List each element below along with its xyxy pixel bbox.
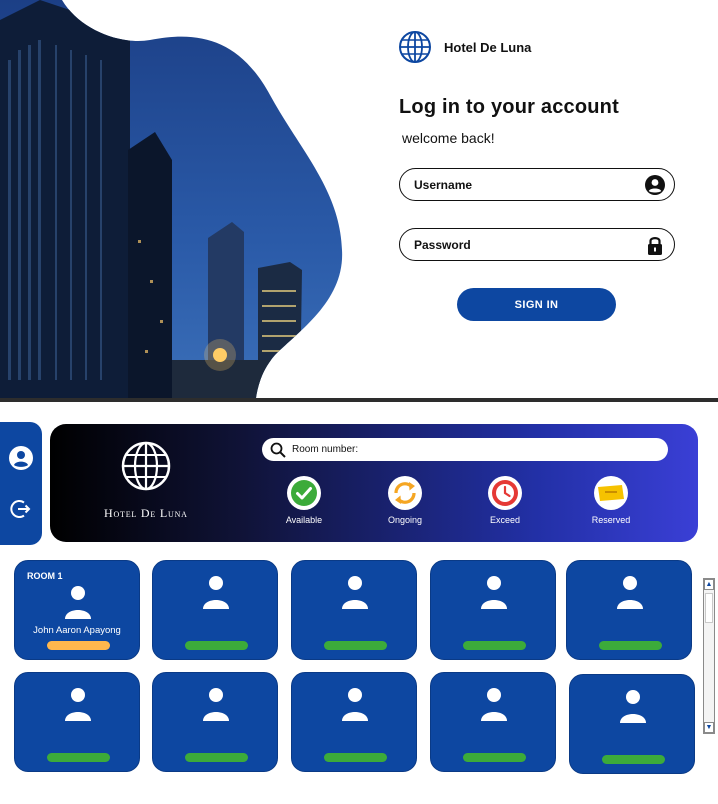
person-icon [481, 576, 507, 609]
status-label: Ongoing [387, 515, 423, 525]
scroll-up-arrow[interactable]: ▲ [704, 579, 714, 590]
ticket-icon [598, 485, 624, 501]
status-label: Exceed [489, 515, 521, 525]
search-icon [270, 442, 286, 458]
room-card[interactable] [430, 672, 556, 772]
person-icon [203, 576, 229, 609]
login-title: Log in to your account [399, 96, 619, 118]
scroll-thumb[interactable] [705, 593, 713, 623]
username-field[interactable] [399, 168, 675, 201]
status-bar-available [463, 641, 526, 650]
dashboard-header: Hotel De Luna Available Ongoing Exceed R… [50, 424, 698, 542]
person-icon [65, 688, 91, 721]
room-card[interactable] [566, 560, 692, 660]
room-search[interactable] [262, 438, 668, 461]
guest-name: John Aaron Apayong [33, 625, 121, 636]
status-label: Available [285, 515, 323, 525]
status-bar-available [185, 641, 248, 650]
header-brand: Hotel De Luna [104, 506, 188, 520]
brand-name: Hotel De Luna [444, 39, 532, 55]
status-available[interactable]: Available [264, 476, 344, 525]
person-icon [620, 690, 646, 723]
brand-row: Hotel De Luna [398, 30, 531, 64]
status-bar-available [602, 755, 665, 764]
cityscape-photo [0, 0, 343, 398]
login-screen: Hotel De Luna Log in to your account wel… [0, 0, 718, 398]
status-ongoing[interactable]: Ongoing [365, 476, 445, 525]
globe-icon [121, 441, 171, 491]
status-bar-available [463, 753, 526, 762]
password-field[interactable] [399, 228, 675, 261]
vertical-scrollbar[interactable]: ▲ ▼ [703, 578, 715, 734]
status-bar-ongoing [47, 641, 110, 650]
room-card[interactable]: ROOM 1 John Aaron Apayong [14, 560, 140, 660]
person-icon [342, 576, 368, 609]
status-bar-available [599, 641, 662, 650]
status-bar-available [324, 753, 387, 762]
room-card[interactable] [430, 560, 556, 660]
status-exceed[interactable]: Exceed [465, 476, 545, 525]
room-card[interactable] [291, 560, 417, 660]
room-card[interactable] [14, 672, 140, 772]
room-search-input[interactable] [292, 444, 660, 455]
dashboard-screen: Hotel De Luna Available Ongoing Exceed R… [0, 402, 718, 804]
status-bar-available [324, 641, 387, 650]
user-icon [645, 174, 665, 195]
person-icon [342, 688, 368, 721]
sign-in-button[interactable]: SIGN IN [457, 288, 616, 321]
person-icon [65, 586, 91, 619]
room-card[interactable] [291, 672, 417, 772]
user-icon [9, 445, 33, 470]
logout-icon [10, 500, 31, 519]
globe-icon [399, 31, 431, 63]
scroll-down-arrow[interactable]: ▼ [704, 722, 714, 733]
person-icon [481, 688, 507, 721]
login-subtitle: welcome back! [402, 130, 495, 146]
password-input[interactable] [414, 237, 645, 252]
profile-button[interactable] [8, 445, 34, 471]
status-bar-available [47, 753, 110, 762]
logout-button[interactable] [8, 496, 34, 522]
room-card[interactable] [569, 674, 695, 774]
clock-icon [492, 480, 518, 506]
room-label: ROOM 1 [27, 571, 63, 581]
username-input[interactable] [414, 177, 645, 192]
person-icon [203, 688, 229, 721]
check-icon [291, 480, 317, 506]
status-reserved[interactable]: Reserved [571, 476, 651, 525]
room-card[interactable] [152, 560, 278, 660]
person-icon [617, 576, 643, 609]
sidebar [0, 422, 42, 545]
status-label: Reserved [591, 515, 631, 525]
sync-icon [394, 482, 416, 504]
status-bar-available [185, 753, 248, 762]
room-card[interactable] [152, 672, 278, 772]
lock-icon [645, 235, 665, 255]
